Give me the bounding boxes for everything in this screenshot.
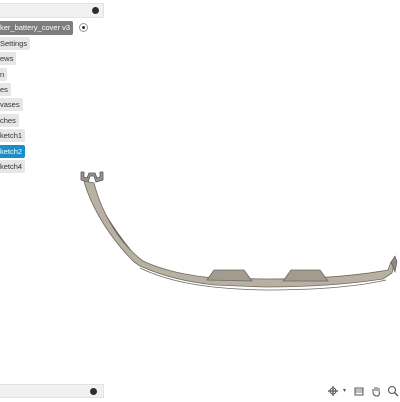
tree-item-label: ketch1 [0,131,23,140]
tree-item-label: ews [0,54,14,63]
tree-item-label: Settings [0,39,28,48]
tree-item-label: vases [0,100,20,109]
tree-item-label: ketch2 [0,147,23,156]
zoom-icon[interactable] [386,384,400,398]
tree-item-sketch4[interactable]: ketch4 [0,160,26,173]
root-component-label: ker_battery_cover v3 [0,21,74,35]
caret-down-icon[interactable]: ▾ [343,387,349,394]
battery-cover-model [80,171,398,291]
fit-view-icon[interactable] [352,384,366,398]
tree-item-sketches[interactable]: ches [0,114,19,127]
panel-options-icon[interactable] [92,7,99,14]
browser-header [0,3,104,18]
tree-item-settings[interactable]: Settings [0,37,31,50]
tree-item-origin[interactable]: n [0,68,8,81]
tree-item-views[interactable]: ews [0,52,17,65]
canvas-viewport[interactable] [0,0,400,400]
navigation-bar: ▾ [326,381,400,400]
tree-item-canvases[interactable]: vases [0,98,23,111]
pan-hand-icon[interactable] [369,384,383,398]
comments-toggle-icon[interactable] [90,388,97,395]
tree-item-label: ketch4 [0,162,23,171]
comments-bar [0,384,104,398]
root-component-row[interactable]: ker_battery_cover v3 [0,21,88,35]
tree-item-label: ches [0,116,16,125]
tree-item-sketch2[interactable]: ketch2 [0,145,26,158]
tree-item-bodies[interactable]: es [0,83,11,96]
orbit-icon[interactable] [326,384,340,398]
tree-item-sketch1[interactable]: ketch1 [0,129,26,142]
tree-item-label: n [0,70,5,79]
activate-radio-icon[interactable] [79,23,88,32]
tree-item-label: es [0,85,8,94]
